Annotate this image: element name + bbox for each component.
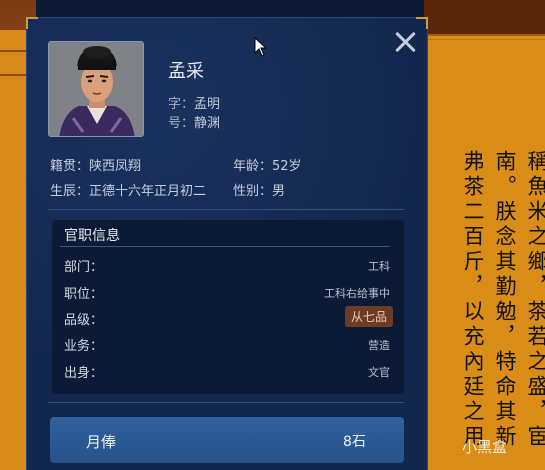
native-place-row: 籍贯：陕西凤翔 (50, 155, 141, 174)
gender-value: 男 (272, 184, 286, 199)
scroll-column: 稱魚米之鄉，茶若之盛，宦 (525, 150, 545, 450)
rank-label: 品级： (64, 313, 104, 328)
rank-badge: 从七品 (344, 306, 393, 327)
birth-value: 正德十六年正月初二 (89, 184, 207, 199)
office-info-rule (60, 246, 390, 247)
panel-corner-ornament (26, 17, 38, 29)
office-info-title: 官职信息 (64, 228, 120, 244)
portrait-image (49, 42, 143, 136)
birth-label: 生辰： (50, 184, 90, 199)
gender-label: 性别： (233, 184, 273, 199)
courtesy-name-row: 字：孟明 (168, 93, 220, 112)
age-value: 52岁 (272, 159, 302, 174)
position-label: 职位： (64, 287, 104, 302)
duty-value: 营造 (368, 339, 390, 352)
scroll-column: 弗茶二百斤，以充內廷之用 (461, 150, 485, 450)
courtesy-name-value: 孟明 (194, 97, 221, 112)
scroll-top-edge (424, 0, 545, 34)
native-place-value: 陕西凤翔 (89, 159, 142, 174)
art-name-value: 静渊 (194, 116, 221, 131)
position-value: 工科右给事中 (324, 287, 390, 300)
scroll-column: 南。朕念其勤勉，特命其新 (493, 150, 517, 450)
divider (48, 209, 404, 210)
background-scroll: 稱魚米之鄉，茶若之盛，宦 南。朕念其勤勉，特命其新 弗茶二百斤，以充內廷之用 (424, 0, 545, 470)
art-name-row: 号：静渊 (168, 112, 220, 131)
scroll-border (424, 34, 545, 40)
background-label: 出身： (64, 366, 104, 381)
birth-row: 生辰：正德十六年正月初二 (50, 180, 206, 199)
courtesy-name-label: 字： (168, 97, 195, 112)
watermark-text: 小黑盒 (462, 438, 508, 456)
gender-row: 性别：男 (233, 180, 285, 199)
native-place-label: 籍贯： (50, 159, 90, 174)
salary-label: 月俸 (86, 433, 117, 451)
art-name-label: 号： (168, 116, 195, 131)
department-value: 工科 (368, 260, 390, 273)
mouse-cursor-icon (254, 37, 268, 57)
close-button[interactable] (393, 30, 417, 54)
character-name: 孟采 (168, 61, 204, 82)
background-value: 文官 (368, 366, 390, 379)
character-portrait (48, 41, 144, 137)
duty-label: 业务： (64, 339, 104, 354)
divider (48, 402, 404, 403)
department-label: 部门： (64, 260, 104, 275)
panel-corner-ornament (416, 17, 428, 29)
scroll-edict-text: 稱魚米之鄉，茶若之盛，宦 南。朕念其勤勉，特命其新 弗茶二百斤，以充內廷之用 (459, 150, 545, 450)
salary-value: 8石 (343, 434, 366, 450)
age-label: 年龄： (233, 159, 273, 174)
age-row: 年龄：52岁 (233, 155, 302, 174)
